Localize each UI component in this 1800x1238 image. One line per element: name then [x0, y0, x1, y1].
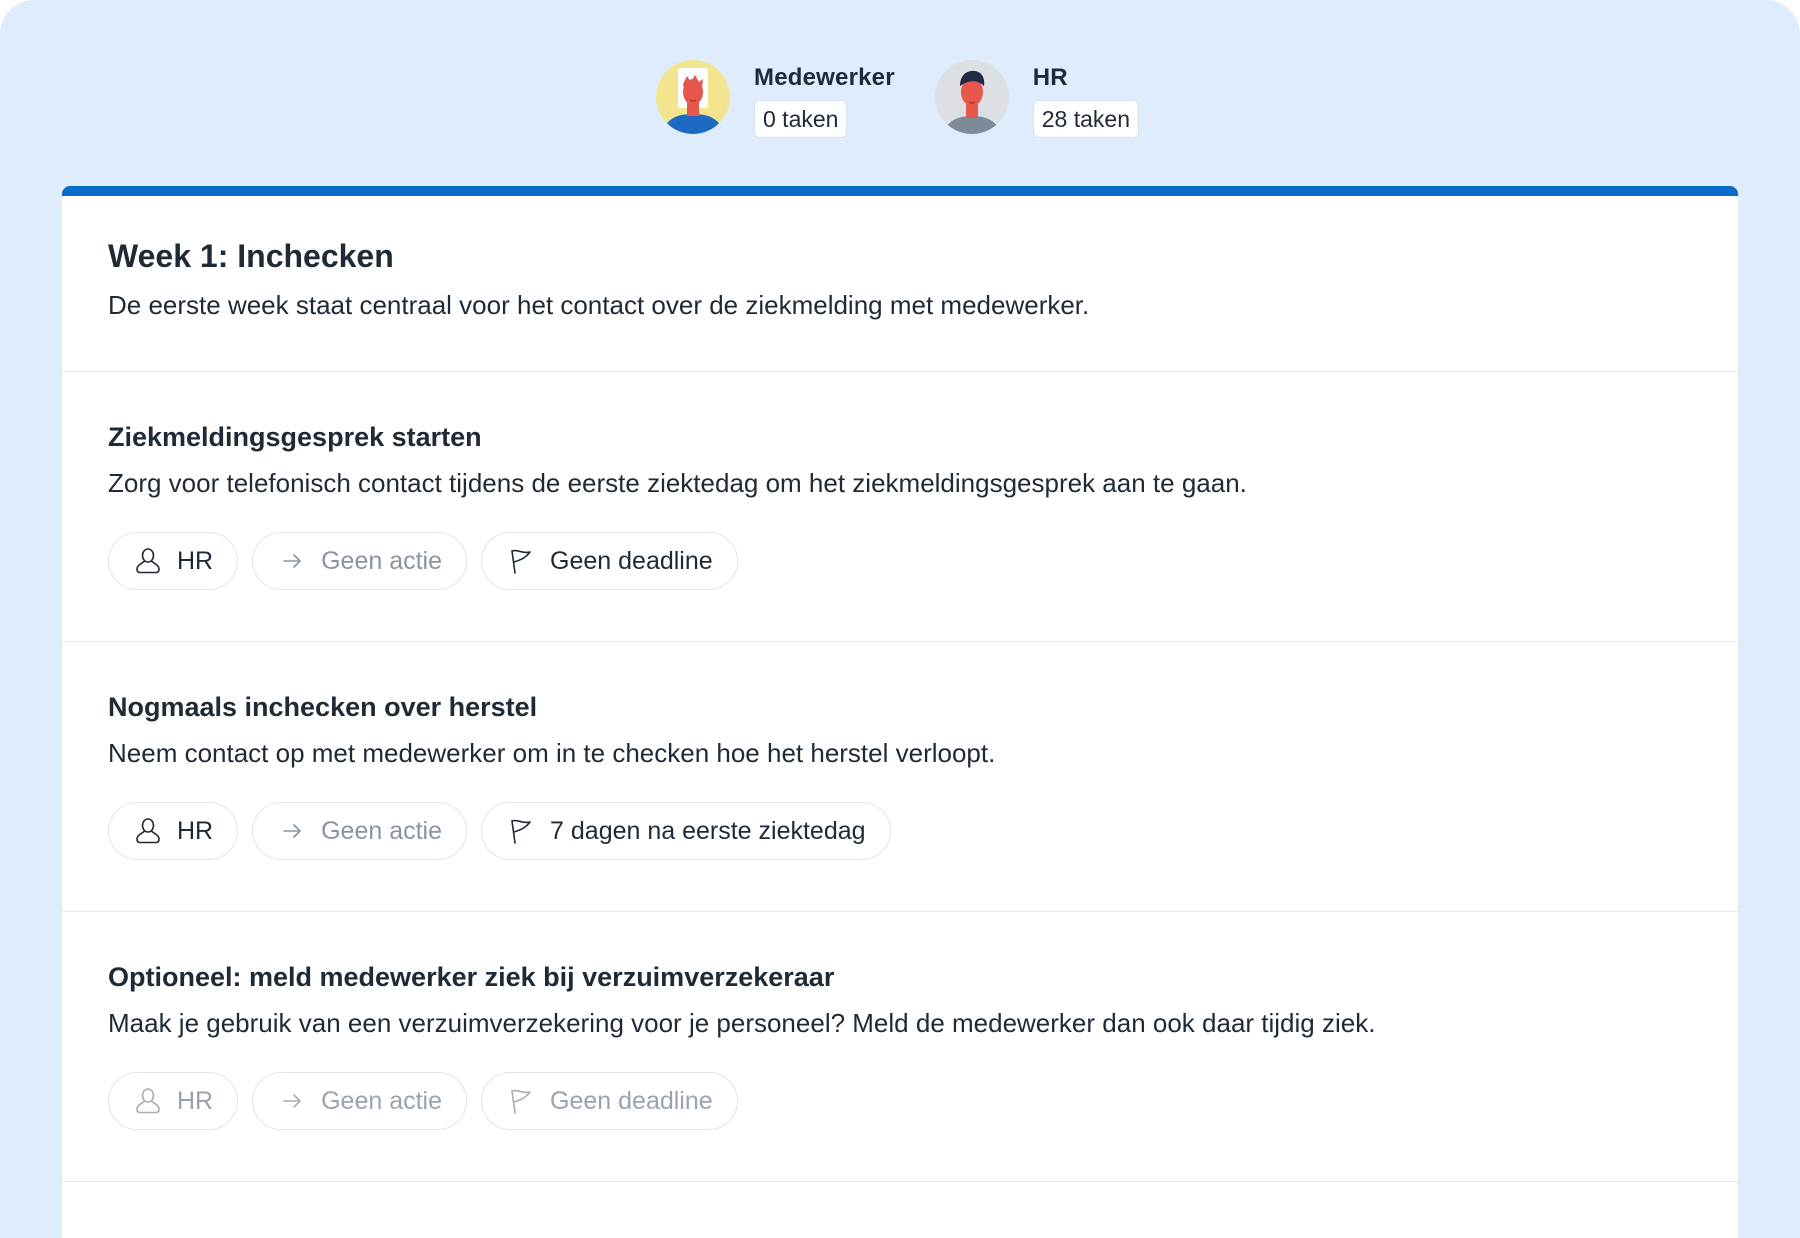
- chip-label: HR: [177, 816, 214, 845]
- chip-label: HR: [177, 546, 214, 575]
- task-chips: HR Geen actie: [108, 532, 1692, 590]
- chip-label: Geen deadline: [550, 1086, 713, 1115]
- task-item: Optioneel: meld medewerker ziek bij verz…: [62, 912, 1738, 1182]
- chip-label: Geen actie: [321, 1086, 443, 1115]
- assignee-chip[interactable]: HR: [108, 802, 239, 860]
- assignee-medewerker[interactable]: Medewerker 0 taken: [656, 60, 895, 138]
- task-description: Maak je gebruik van een verzuimverzekeri…: [108, 1008, 1376, 1038]
- task-description: Neem contact op met medewerker om in te …: [108, 738, 996, 768]
- task-title: Nogmaals inchecken over herstel: [108, 692, 538, 722]
- chip-label: Geen actie: [321, 546, 443, 575]
- flag-icon: [506, 546, 536, 576]
- deadline-chip[interactable]: 7 dagen na eerste ziektedag: [481, 802, 891, 860]
- user-icon: [133, 816, 163, 846]
- assignee-name: Medewerker: [754, 64, 895, 91]
- flag-icon: [506, 1086, 536, 1116]
- week-description: De eerste week staat centraal voor het c…: [108, 290, 1090, 320]
- task-title: Optioneel: meld medewerker ziek bij verz…: [108, 962, 835, 992]
- avatar-medewerker: [656, 60, 730, 134]
- task-chips: HR Geen actie: [108, 802, 1692, 860]
- employee-avatar-icon: [656, 60, 730, 134]
- assignee-chip[interactable]: HR: [108, 1072, 239, 1130]
- hr-avatar-icon: [934, 60, 1009, 134]
- action-chip[interactable]: Geen actie: [252, 1072, 468, 1130]
- week-title: Week 1: Inchecken: [108, 238, 394, 274]
- arrow-right-icon: [277, 546, 307, 576]
- deadline-chip[interactable]: Geen deadline: [481, 1072, 738, 1130]
- flag-icon: [506, 816, 536, 846]
- assignee-hr[interactable]: HR 28 taken: [934, 60, 1139, 138]
- task-count-badge: 28 taken: [1032, 100, 1139, 138]
- assignee-info: Medewerker 0 taken: [754, 60, 895, 138]
- user-icon: [133, 1086, 163, 1116]
- week-header: Week 1: Inchecken De eerste week staat c…: [62, 196, 1738, 372]
- chip-label: 7 dagen na eerste ziektedag: [550, 816, 866, 845]
- task-chips: HR Geen actie: [108, 1072, 1692, 1130]
- task-description: Zorg voor telefonisch contact tijdens de…: [108, 468, 1247, 498]
- week-card: Week 1: Inchecken De eerste week staat c…: [62, 186, 1738, 1238]
- assignee-name: HR: [1032, 64, 1068, 91]
- task-title: Ziekmeldingsgesprek starten: [108, 422, 482, 452]
- deadline-chip[interactable]: Geen deadline: [481, 532, 738, 590]
- chip-label: Geen deadline: [550, 546, 713, 575]
- avatar-hr: [934, 60, 1009, 134]
- action-chip[interactable]: Geen actie: [252, 802, 468, 860]
- action-chip[interactable]: Geen actie: [252, 532, 468, 590]
- task-item: Ziekmeldingsgesprek starten Zorg voor te…: [62, 372, 1738, 642]
- arrow-right-icon: [277, 816, 307, 846]
- assignee-chip[interactable]: HR: [108, 532, 239, 590]
- user-icon: [133, 546, 163, 576]
- task-count-badge: 0 taken: [754, 100, 848, 138]
- app-frame: Medewerker 0 taken HR 28 taken Week 1: I…: [0, 0, 1800, 1238]
- arrow-right-icon: [277, 1086, 307, 1116]
- card-accent-bar: [62, 186, 1738, 196]
- chip-label: Geen actie: [321, 816, 443, 845]
- chip-label: HR: [177, 1086, 214, 1115]
- assignee-info: HR 28 taken: [1032, 60, 1139, 138]
- assignee-summary: Medewerker 0 taken HR 28 taken: [656, 60, 1139, 138]
- task-item: Nogmaals inchecken over herstel Neem con…: [62, 642, 1738, 912]
